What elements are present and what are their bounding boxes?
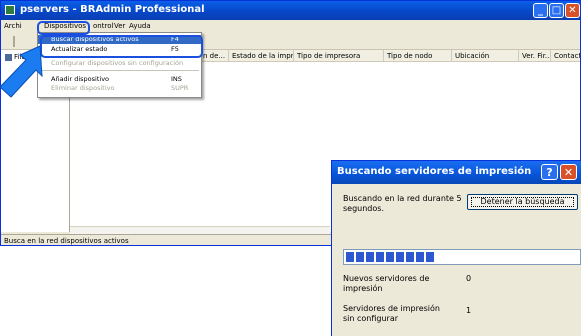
menu-item-label: Eliminar dispositivo — [51, 84, 115, 92]
column-header[interactable]: n de... — [200, 50, 229, 62]
new-servers-label: Nuevos servidores de impresión — [343, 274, 430, 293]
pointer-arrow-icon — [0, 45, 43, 98]
dialog-close-button[interactable]: ✕ — [560, 164, 577, 180]
menu-ver[interactable]: Ver — [114, 22, 125, 30]
column-header[interactable]: Tipo de nodo — [384, 50, 452, 62]
new-servers-value: 0 — [466, 274, 472, 283]
menu-item-shortcut: SUPR — [171, 84, 189, 92]
progress-fill — [346, 252, 436, 262]
title-bar[interactable]: pservers - BRAdmin Professional _ □ ✕ — [1, 1, 580, 20]
progress-segment — [366, 252, 374, 262]
dialog-title-bar[interactable]: Buscando servidores de impresión ? ✕ — [332, 161, 581, 184]
unconfigured-servers-label: Servidores de impresión sin configurar — [343, 304, 440, 323]
menu-item-label: Configurar dispositivos sin configuració… — [51, 59, 184, 67]
status-text: Busca en la red dispositivos activos — [4, 237, 129, 245]
maximize-button[interactable]: □ — [549, 3, 564, 18]
progress-segment — [416, 252, 424, 262]
menu-ayuda[interactable]: Ayuda — [129, 22, 151, 30]
progress-segment — [426, 252, 434, 262]
search-progress-bar — [343, 249, 581, 265]
menu-item-label: Añadir dispositivo — [51, 75, 110, 83]
column-header[interactable]: Contacto — [551, 50, 580, 62]
close-button[interactable]: ✕ — [565, 3, 580, 18]
progress-segment — [346, 252, 354, 262]
menu-separator — [40, 70, 199, 71]
highlight-buscar-item — [40, 35, 203, 58]
window-title: pservers - BRAdmin Professional — [20, 4, 205, 15]
menu-item-configurar-dispositivos[interactable]: Configurar dispositivos sin configuració… — [38, 59, 201, 68]
column-header[interactable]: Tipo de impresora — [294, 50, 384, 62]
menu-item-shortcut: INS — [171, 75, 182, 83]
menu-item-anadir-dispositivo[interactable]: Añadir dispositivo INS — [38, 75, 201, 84]
horizontal-scrollbar[interactable] — [70, 226, 330, 234]
app-icon — [5, 5, 15, 15]
progress-segment — [396, 252, 404, 262]
unconfigured-servers-value: 1 — [466, 306, 472, 315]
dialog-title: Buscando servidores de impresión — [337, 166, 532, 177]
column-header[interactable]: Estado de la impr... — [229, 50, 294, 62]
column-header[interactable]: Ubicación — [452, 50, 519, 62]
menu-control[interactable]: ontrol — [93, 22, 113, 30]
progress-segment — [356, 252, 364, 262]
focus-rect — [471, 197, 574, 207]
menu-item-eliminar-dispositivo[interactable]: Eliminar dispositivo SUPR — [38, 84, 201, 93]
search-dialog: Buscando servidores de impresión ? ✕ Bus… — [331, 160, 581, 336]
progress-segment — [376, 252, 384, 262]
stop-search-button[interactable]: Detener la búsqueda — [467, 194, 578, 210]
column-header[interactable]: Ver. Fir... — [519, 50, 551, 62]
menu-archivo[interactable]: Archi — [4, 22, 22, 30]
search-message: Buscando en la red durante 5 segundos. — [343, 194, 462, 213]
progress-segment — [386, 252, 394, 262]
help-button[interactable]: ? — [541, 164, 558, 180]
progress-segment — [406, 252, 414, 262]
highlight-dispositivos-menu — [37, 21, 90, 35]
minimize-button[interactable]: _ — [533, 3, 548, 18]
